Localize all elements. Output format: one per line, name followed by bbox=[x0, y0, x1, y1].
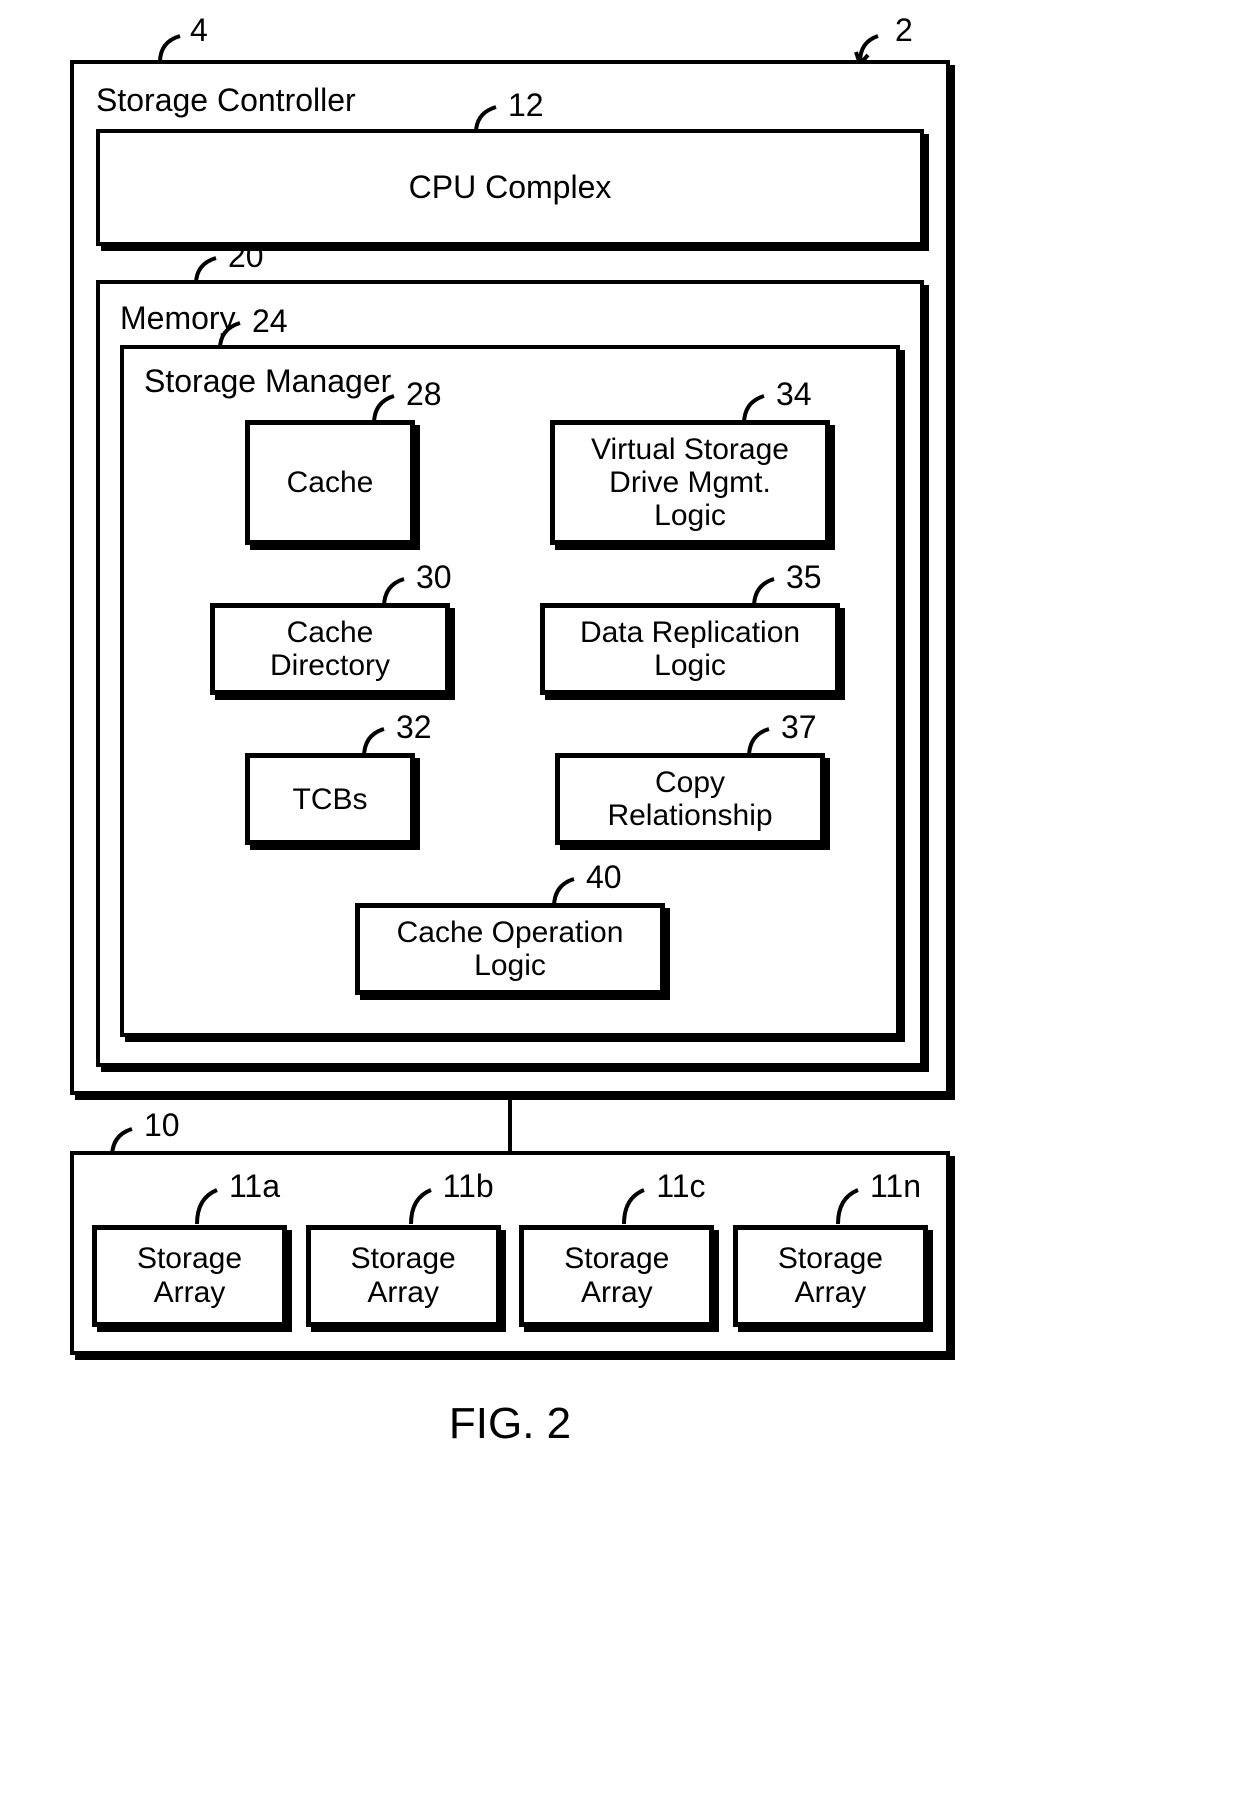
ref-array-c: 11c bbox=[656, 1168, 705, 1205]
storage-array-n: 11n Storage Array bbox=[733, 1225, 928, 1327]
cache-directory-box: Cache Directory bbox=[210, 603, 450, 695]
ref-manager: 24 bbox=[252, 303, 288, 340]
ref-cache-dir: 30 bbox=[416, 559, 452, 596]
component-grid: 28 Cache 34 Vi bbox=[144, 420, 876, 845]
storage-controller-box: Storage Controller 12 CPU Complex 20 Mem… bbox=[70, 60, 950, 1095]
vsd-label: Virtual Storage Drive Mgmt. Logic bbox=[573, 433, 807, 532]
tcbs-label: TCBs bbox=[293, 783, 368, 816]
cache-operation-box: Cache Operation Logic bbox=[355, 903, 665, 995]
storage-arrays-box: 11a Storage Array 11b Storage Array 11c … bbox=[70, 1151, 950, 1355]
connector-line bbox=[508, 1095, 512, 1151]
array-a-label: Storage Array bbox=[137, 1242, 242, 1309]
ref-controller: 4 bbox=[190, 12, 208, 49]
array-n-label: Storage Array bbox=[778, 1242, 883, 1309]
manager-title: Storage Manager bbox=[144, 363, 876, 400]
cpu-complex-box: CPU Complex bbox=[96, 129, 924, 246]
tcbs-box: TCBs bbox=[245, 753, 415, 845]
ref-cache: 28 bbox=[406, 376, 442, 413]
copy-relationship-box: Copy Relationship bbox=[555, 753, 825, 845]
ref-cpu: 12 bbox=[508, 87, 544, 124]
figure-caption: FIG. 2 bbox=[70, 1399, 950, 1449]
storage-array-b: 11b Storage Array bbox=[306, 1225, 501, 1327]
cache-box: Cache bbox=[245, 420, 415, 545]
diagram-root: 2 4 Storage Controller 12 CPU Complex 20… bbox=[70, 60, 950, 1449]
ref-storage-outer: 10 bbox=[144, 1107, 180, 1144]
ref-repl: 35 bbox=[786, 559, 822, 596]
cache-label: Cache bbox=[287, 466, 374, 499]
ref-array-n: 11n bbox=[870, 1168, 921, 1205]
cache-op-label: Cache Operation Logic bbox=[378, 916, 642, 982]
vsd-box: Virtual Storage Drive Mgmt. Logic bbox=[550, 420, 830, 545]
array-c-label: Storage Array bbox=[564, 1242, 669, 1309]
ref-array-a: 11a bbox=[229, 1168, 280, 1205]
data-replication-box: Data Replication Logic bbox=[540, 603, 840, 695]
cpu-label: CPU Complex bbox=[409, 169, 612, 205]
copy-label: Copy Relationship bbox=[578, 766, 802, 832]
ref-system: 2 bbox=[895, 12, 913, 49]
memory-box: Memory 24 Storage Manager bbox=[96, 280, 924, 1067]
ref-vsd: 34 bbox=[776, 376, 812, 413]
ref-cache-op: 40 bbox=[586, 859, 622, 896]
ref-memory: 20 bbox=[228, 238, 264, 275]
storage-manager-box: Storage Manager 28 Cache bbox=[120, 345, 900, 1037]
cache-dir-label: Cache Directory bbox=[233, 616, 427, 682]
storage-array-c: 11c Storage Array bbox=[519, 1225, 714, 1327]
storage-array-a: 11a Storage Array bbox=[92, 1225, 287, 1327]
ref-tcbs: 32 bbox=[396, 709, 432, 746]
array-b-label: Storage Array bbox=[351, 1242, 456, 1309]
ref-array-b: 11b bbox=[443, 1168, 494, 1205]
memory-title: Memory bbox=[120, 300, 900, 337]
repl-label: Data Replication Logic bbox=[563, 616, 817, 682]
ref-copy: 37 bbox=[781, 709, 817, 746]
